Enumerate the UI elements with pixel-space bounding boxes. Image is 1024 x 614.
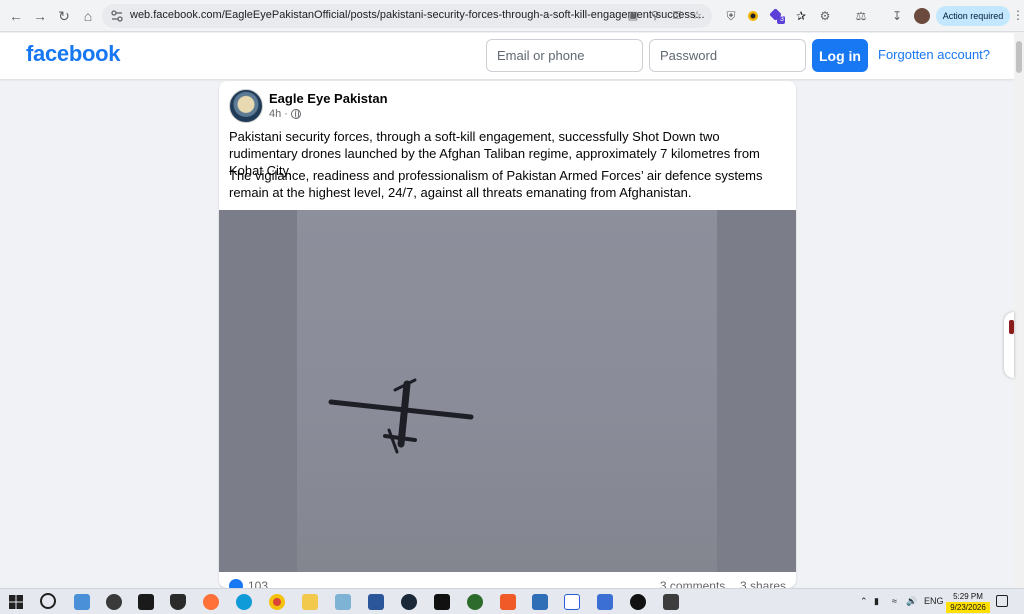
- page-avatar[interactable]: [229, 89, 263, 123]
- page-name-link[interactable]: Eagle Eye Pakistan: [269, 91, 388, 106]
- extension-badge-count: 3: [780, 16, 784, 23]
- firefox-icon[interactable]: [203, 594, 219, 610]
- security-shield-icon[interactable]: [170, 594, 186, 610]
- tray-overflow-icon[interactable]: ⌃: [860, 596, 868, 607]
- settings-gear-icon[interactable]: [106, 594, 122, 610]
- password-field[interactable]: [649, 39, 806, 72]
- edge-icon[interactable]: [236, 594, 252, 610]
- game-launcher-icon[interactable]: [467, 594, 483, 610]
- reaction-count: 103: [248, 579, 269, 588]
- obs-icon[interactable]: [630, 594, 646, 610]
- zoom-icon[interactable]: ⚲: [648, 9, 662, 23]
- password-key-icon[interactable]: ⚿: [670, 9, 684, 23]
- forward-icon[interactable]: →: [30, 6, 50, 26]
- extension-badge-icon[interactable]: 3: [768, 7, 786, 25]
- notifications-icon[interactable]: [996, 595, 1008, 607]
- side-panel-icon: [1009, 320, 1014, 334]
- clock-date: 9/23/2026: [946, 602, 990, 613]
- post-photo[interactable]: [219, 210, 796, 572]
- taskbar-search-icon[interactable]: [40, 593, 56, 609]
- facebook-header: facebook Log in Forgotten account?: [0, 33, 1014, 79]
- media-app-icon[interactable]: [663, 594, 679, 610]
- color-extension-icon[interactable]: [744, 7, 762, 25]
- vscode-icon[interactable]: [532, 594, 548, 610]
- file-explorer-icon[interactable]: [302, 594, 318, 610]
- profile-avatar[interactable]: [914, 8, 930, 24]
- post-card: Eagle Eye Pakistan 4h · Pakistani securi…: [219, 81, 796, 588]
- windows-start-icon[interactable]: [8, 594, 24, 610]
- performance-icon[interactable]: ⚖: [852, 7, 870, 25]
- clock-time: 5:29 PM: [953, 592, 983, 601]
- lightning-app-icon[interactable]: [500, 594, 516, 610]
- back-icon[interactable]: ←: [6, 6, 26, 26]
- browser-toolbar: ← → ↻ ⌂ web.facebook.com/EagleEyePakista…: [0, 0, 1024, 32]
- extensions-puzzle-icon[interactable]: ⚙: [816, 7, 834, 25]
- action-required-button[interactable]: Action required: [936, 6, 1010, 26]
- photos-icon[interactable]: [335, 594, 351, 610]
- download-icon[interactable]: ↧: [888, 7, 906, 25]
- menu-kebab-icon[interactable]: ⋮: [1012, 8, 1024, 22]
- volume-icon[interactable]: 🔊: [906, 596, 917, 607]
- person-extension-icon[interactable]: ✰: [792, 7, 810, 25]
- install-app-icon[interactable]: ▣: [626, 9, 640, 23]
- home-icon[interactable]: ⌂: [78, 6, 98, 26]
- task-view-icon[interactable]: [74, 594, 90, 610]
- reload-icon[interactable]: ↻: [54, 6, 74, 26]
- wifi-icon[interactable]: ≈: [892, 596, 897, 606]
- page-scrollbar[interactable]: [1014, 33, 1024, 588]
- comments-link[interactable]: 3 comments: [660, 579, 725, 588]
- globe-icon: [290, 109, 301, 119]
- taskbar-clock[interactable]: 5:29 PM 9/23/2026: [946, 591, 990, 613]
- post-paragraph: The vigilance, readiness and professiona…: [229, 168, 763, 200]
- word-icon[interactable]: [368, 594, 384, 610]
- epic-games-icon[interactable]: [434, 594, 450, 610]
- photo-letterbox-left: [219, 210, 297, 572]
- network-app-icon[interactable]: [597, 594, 613, 610]
- side-panel-tab[interactable]: [1004, 312, 1014, 378]
- facebook-logo[interactable]: facebook: [26, 41, 120, 67]
- bookmark-star-icon[interactable]: ☆: [690, 9, 704, 23]
- post-time[interactable]: 4h: [269, 108, 281, 120]
- battery-icon[interactable]: ▮: [874, 596, 879, 607]
- steam-icon[interactable]: [401, 594, 417, 610]
- photo-letterbox-right: [717, 210, 796, 572]
- chrome-icon[interactable]: [269, 594, 285, 610]
- forgot-account-link[interactable]: Forgotten account?: [878, 47, 990, 62]
- post-meta: 4h ·: [269, 108, 301, 120]
- scrollbar-thumb[interactable]: [1016, 41, 1022, 73]
- terminal-icon[interactable]: [138, 594, 154, 610]
- shield-extension-icon[interactable]: ⛨: [722, 7, 740, 25]
- login-button[interactable]: Log in: [812, 39, 868, 72]
- document-app-icon[interactable]: [564, 594, 580, 610]
- drone-silhouette: [328, 378, 474, 454]
- like-icon: [229, 579, 243, 588]
- url-text: web.facebook.com/EagleEyePakistanOfficia…: [130, 9, 705, 21]
- address-bar[interactable]: web.facebook.com/EagleEyePakistanOfficia…: [102, 4, 712, 28]
- meta-separator: ·: [284, 108, 288, 120]
- engagement-summary: 3 comments 3 shares: [660, 579, 786, 588]
- language-indicator[interactable]: ENG: [924, 596, 944, 606]
- site-info-icon[interactable]: [110, 9, 124, 23]
- email-field[interactable]: [486, 39, 643, 72]
- windows-taskbar: ⌃ ▮ ≈ 🔊 ENG 5:29 PM 9/23/2026: [0, 588, 1024, 614]
- reactions-summary[interactable]: 103: [229, 579, 268, 588]
- shares-link[interactable]: 3 shares: [740, 579, 786, 588]
